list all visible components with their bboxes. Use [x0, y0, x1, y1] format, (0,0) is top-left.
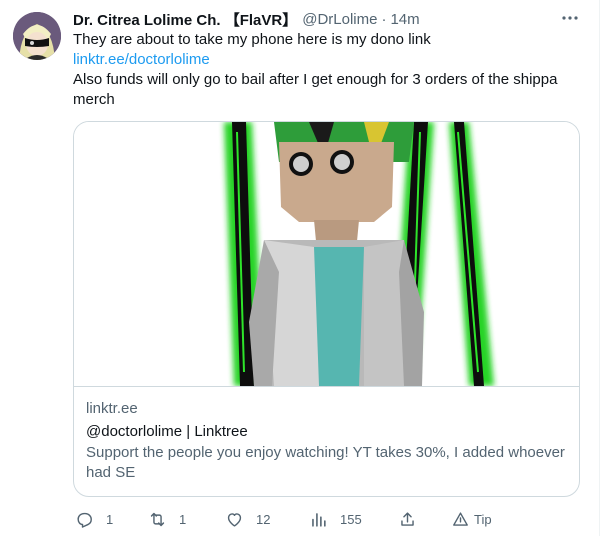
card-title: @doctorlolime | Linktree — [86, 423, 248, 440]
more-options-icon[interactable] — [560, 8, 580, 28]
retweet-count: 1 — [179, 511, 187, 527]
tweet[interactable]: Dr. Citrea Lolime Ch. 【FlaVR】 @DrLolime … — [0, 0, 599, 536]
views-icon — [312, 512, 326, 527]
view-count: 155 — [340, 511, 362, 527]
tweet-text: They are about to take my phone here is … — [73, 30, 583, 110]
retweet-icon — [150, 512, 165, 526]
user-handle[interactable]: @DrLolime — [302, 11, 377, 28]
linktree-link[interactable]: linktr.ee/doctorlolime — [73, 50, 583, 70]
reply-count: 1 — [106, 511, 114, 527]
separator-dot: · — [381, 10, 387, 28]
card-image[interactable] — [74, 122, 579, 386]
heart-icon — [227, 512, 242, 527]
tweet-line-3: Also funds will only go to bail after I … — [73, 71, 558, 108]
reply-icon — [77, 512, 92, 528]
tip-button[interactable]: Tip — [451, 506, 492, 532]
tip-label: Tip — [474, 511, 492, 527]
tweet-line-1: They are about to take my phone here is … — [73, 31, 431, 48]
card-info[interactable]: linktr.ee @doctorlolime | Linktree Suppo… — [86, 399, 566, 483]
tweet-header: Dr. Citrea Lolime Ch. 【FlaVR】 @DrLolime … — [73, 9, 420, 29]
reply-button[interactable]: 1 — [75, 506, 113, 532]
display-name[interactable]: Dr. Citrea Lolime Ch. 【FlaVR】 — [73, 9, 297, 30]
card-domain: linktr.ee — [86, 400, 138, 417]
share-icon — [401, 511, 414, 526]
views-button[interactable]: 155 — [309, 506, 362, 532]
like-button[interactable]: 12 — [225, 506, 270, 532]
like-count: 12 — [256, 511, 271, 527]
card-divider — [74, 386, 579, 387]
tweet-actions: 1 1 12 155 Tip — [73, 506, 583, 532]
avatar[interactable] — [13, 12, 61, 60]
timeline-border — [599, 0, 600, 536]
timestamp[interactable]: 14m — [390, 11, 419, 28]
tip-icon — [453, 511, 468, 526]
link-preview-card[interactable]: linktr.ee @doctorlolime | Linktree Suppo… — [73, 121, 580, 497]
retweet-button[interactable]: 1 — [148, 506, 186, 532]
share-button[interactable] — [398, 506, 417, 532]
card-description: Support the people you enjoy watching! Y… — [86, 444, 565, 481]
